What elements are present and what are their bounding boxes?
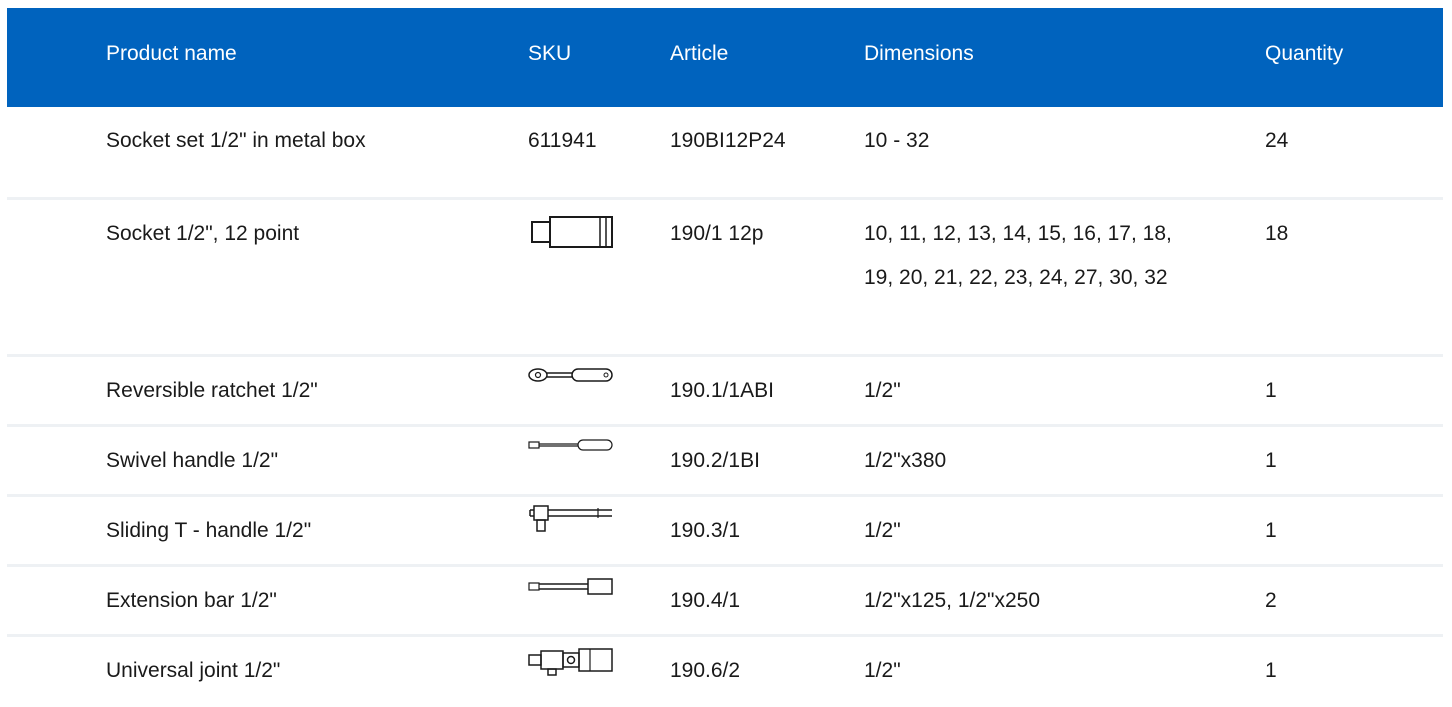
header-article[interactable]: Article (670, 8, 864, 66)
sku-cell (528, 567, 670, 597)
article-value: 190.3/1 (670, 519, 741, 542)
dimensions-value: 10 - 32 (864, 129, 930, 152)
quantity-value: 24 (1265, 129, 1289, 152)
header-sku[interactable]: SKU (528, 8, 670, 66)
quantity-value: 1 (1265, 449, 1277, 472)
article-value: 190/1 12p (670, 222, 764, 245)
dimensions-value: 1/2"x380 (864, 449, 947, 472)
article-value: 190.2/1BI (670, 449, 760, 472)
sku-value: 611941 (528, 129, 597, 152)
table-row: Universal joint 1/2" 190.6/2 1/2" 1 (7, 637, 1443, 707)
quantity-value: 18 (1265, 222, 1289, 245)
article-value: 190BI12P24 (670, 129, 786, 152)
header-quantity[interactable]: Quantity (1265, 8, 1385, 66)
ratchet-icon (528, 368, 613, 382)
product-name: Socket set 1/2" in metal box (106, 129, 366, 152)
dimensions-value: 1/2" (864, 519, 901, 542)
article-value: 190.1/1ABI (670, 379, 774, 402)
table-row: Extension bar 1/2" 190.4/1 1/2"x125, 1/2… (7, 567, 1443, 637)
product-name: Swivel handle 1/2" (106, 449, 279, 472)
header-product-name[interactable]: Product name (7, 8, 528, 66)
quantity-value: 1 (1265, 519, 1277, 542)
quantity-value: 2 (1265, 589, 1277, 612)
t-handle-icon (529, 505, 612, 532)
sku-cell (528, 427, 670, 451)
header-dimensions[interactable]: Dimensions (864, 8, 1265, 66)
universal-joint-icon (528, 648, 613, 676)
quantity-value: 1 (1265, 379, 1277, 402)
extension-bar-icon (528, 578, 613, 595)
product-table: Product name SKU Article Dimensions Quan… (7, 8, 1443, 707)
product-name: Extension bar 1/2" (106, 589, 277, 612)
sku-cell (528, 497, 670, 533)
table-row: Swivel handle 1/2" 190.2/1BI 1/2"x380 1 (7, 427, 1443, 497)
article-value: 190.4/1 (670, 589, 741, 612)
quantity-value: 1 (1265, 659, 1277, 682)
product-name: Universal joint 1/2" (106, 659, 281, 682)
table-row: Sliding T - handle 1/2" 190.3/1 1/2" 1 (7, 497, 1443, 567)
table-row: Socket set 1/2" in metal box 611941 190B… (7, 107, 1443, 200)
dimensions-value: 10, 11, 12, 13, 14, 15, 16, 17, 18, 19, … (864, 222, 1172, 289)
product-name: Sliding T - handle 1/2" (106, 519, 312, 542)
article-value: 190.6/2 (670, 659, 741, 682)
dimensions-value: 1/2" (864, 379, 901, 402)
sku-cell (528, 200, 670, 250)
swivel-handle-icon (528, 439, 613, 451)
table-row: Reversible ratchet 1/2" 190.1/1ABI 1/2" … (7, 357, 1443, 427)
table-header: Product name SKU Article Dimensions Quan… (7, 8, 1443, 107)
socket-icon (531, 216, 613, 248)
sku-cell (528, 357, 670, 383)
table-row: Socket 1/2", 12 point 190/1 12p 10, 11, … (7, 200, 1443, 357)
product-name: Socket 1/2", 12 point (106, 222, 300, 245)
dimensions-value: 1/2"x125, 1/2"x250 (864, 589, 1041, 612)
sku-cell (528, 637, 670, 677)
product-name: Reversible ratchet 1/2" (106, 379, 318, 402)
dimensions-value: 1/2" (864, 659, 901, 682)
